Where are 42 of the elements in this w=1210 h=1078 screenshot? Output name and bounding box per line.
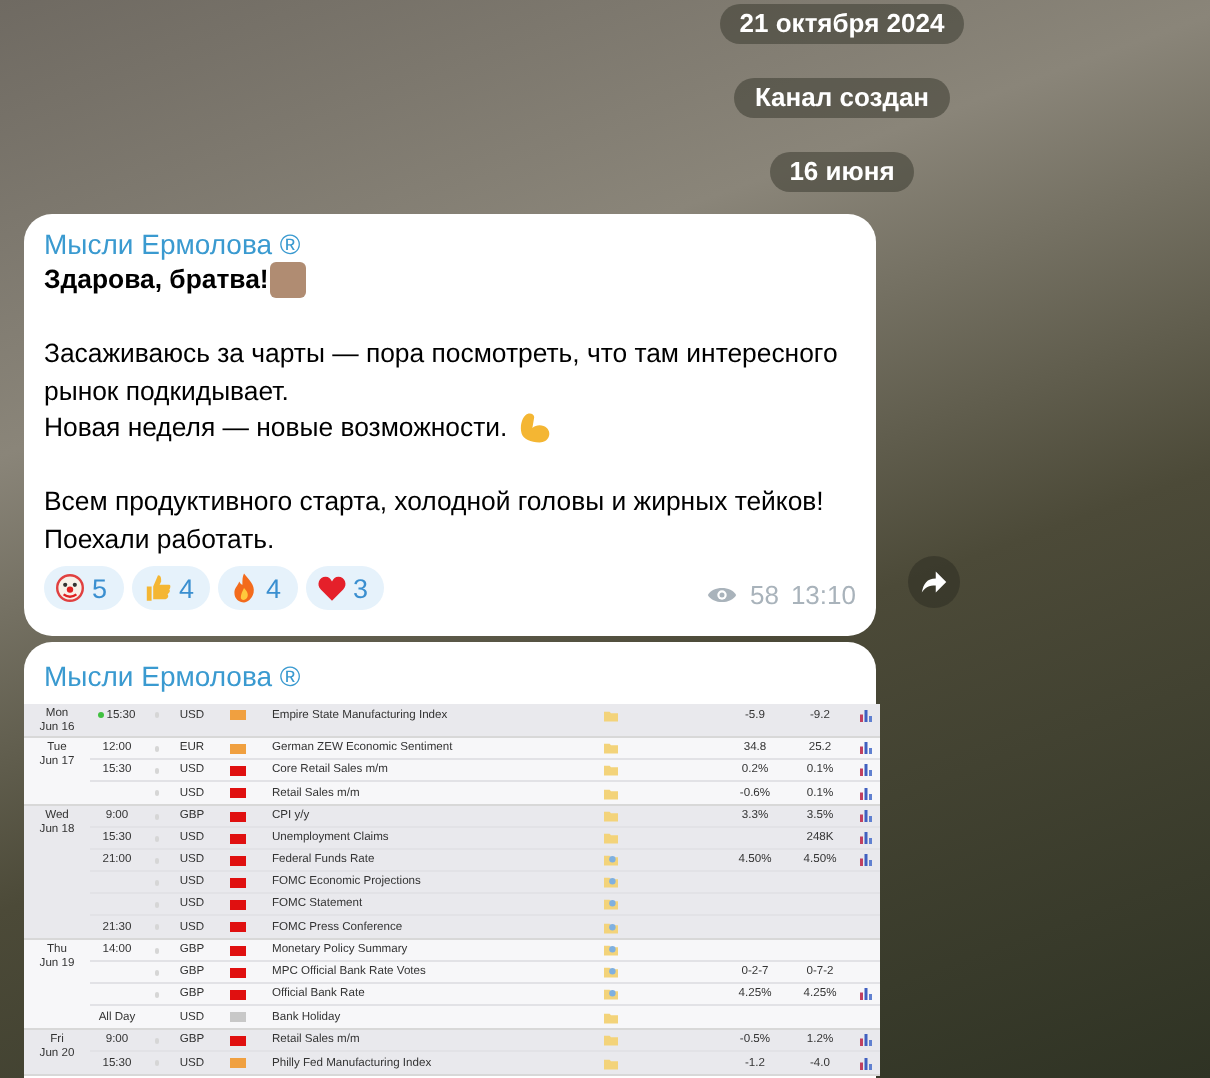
bar-chart-icon[interactable]	[859, 787, 871, 799]
bar-chart-icon[interactable]	[859, 1057, 871, 1069]
eye-icon	[705, 584, 738, 606]
thumbs-up-icon	[141, 572, 174, 604]
folder-icon[interactable]	[603, 988, 617, 1000]
message-text: Засаживаюсь за чарты — пора посмотреть, что там интересного рынок подкидывает.	[44, 336, 840, 410]
bar-chart-icon[interactable]	[859, 764, 871, 776]
bar-chart-icon[interactable]	[859, 832, 871, 844]
clown-icon	[54, 572, 86, 604]
message-text: Всем продуктивного старта, холодной головы и жирных тейков!	[44, 484, 824, 520]
message-text: Поехали работать.	[44, 521, 275, 558]
reaction-chip[interactable]: 3	[305, 566, 385, 610]
forward-arrow-icon	[920, 568, 948, 596]
bar-chart-icon[interactable]	[859, 709, 871, 721]
service-message: 16 июня	[769, 152, 915, 192]
bar-chart-icon[interactable]	[859, 988, 871, 1000]
bar-chart-icon[interactable]	[859, 1034, 871, 1046]
bar-chart-icon[interactable]	[859, 854, 871, 866]
channel-name[interactable]: Мысли Ермолова ®	[44, 226, 856, 262]
message-text: Здарова, братва!	[44, 262, 269, 298]
folder-icon[interactable]	[603, 898, 617, 910]
channel-name[interactable]: Мысли Ермолова ®	[24, 658, 876, 694]
service-message: Канал создан	[734, 78, 950, 118]
folder-icon[interactable]	[603, 709, 617, 721]
reaction-chip[interactable]: 5	[44, 566, 124, 610]
service-message: 21 октября 2024	[719, 4, 965, 44]
share-button[interactable]	[908, 556, 960, 608]
folder-icon[interactable]	[603, 921, 617, 933]
message-time: 13:10	[790, 580, 856, 610]
view-count: 58	[749, 580, 779, 610]
reaction-chip[interactable]: 4	[131, 566, 211, 610]
bar-chart-icon[interactable]	[859, 810, 871, 822]
reaction-chip[interactable]: 4	[218, 566, 298, 610]
heart-icon	[315, 572, 348, 604]
bar-chart-icon[interactable]	[859, 742, 871, 754]
folder-icon[interactable]	[603, 854, 617, 866]
avatar-placeholder	[270, 262, 307, 299]
folder-icon[interactable]	[603, 944, 617, 956]
flexed-arm-icon	[517, 410, 554, 447]
message-text: Новая неделя — новые возможности.	[44, 410, 508, 446]
folder-icon[interactable]	[603, 966, 617, 978]
folder-icon[interactable]	[603, 876, 617, 888]
